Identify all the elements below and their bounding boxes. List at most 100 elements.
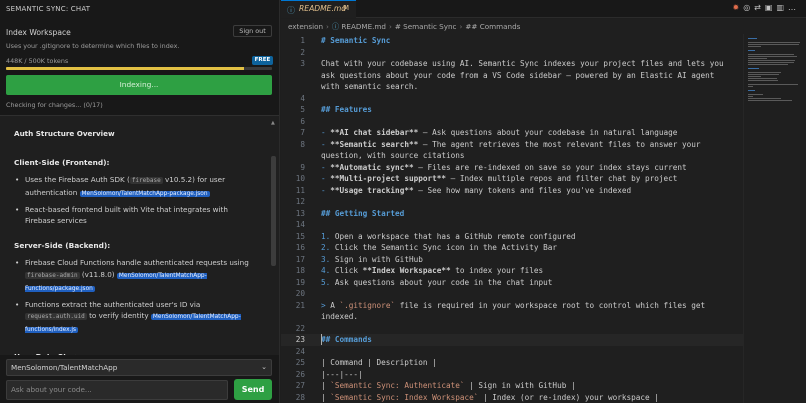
code-line[interactable]: 9 - **Automatic sync** — Files are re-ind…	[281, 162, 743, 174]
code-line[interactable]: 19 5. Ask questions about your code in th…	[281, 277, 743, 289]
minimap[interactable]	[743, 34, 806, 403]
source-citation-link[interactable]: MenSolomon/TalentMatchApp-package.json	[79, 190, 210, 197]
code-line[interactable]: 8 - **Semantic search** — The agent retri…	[281, 139, 743, 151]
workspace-title: Index Workspace	[6, 28, 71, 37]
line-number: 17	[295, 254, 305, 264]
line-text: > A `.gitignore` file is required in you…	[321, 300, 706, 310]
code-line[interactable]: 28 | `Semantic Sync: Index Workspace` | I…	[281, 392, 743, 403]
minimap-line	[748, 100, 792, 101]
info-icon: ⓘ	[287, 6, 295, 15]
code-line[interactable]: 2	[281, 47, 743, 59]
code-line[interactable]: 24	[281, 346, 743, 358]
preview-icon[interactable]: ▣	[765, 3, 777, 12]
sync-icon[interactable]: ◎	[743, 3, 754, 12]
line-number: 16	[295, 243, 305, 252]
minimap-line	[748, 90, 755, 91]
line-text: ask questions about your code from a VS …	[321, 70, 715, 80]
code-line[interactable]: 6	[281, 116, 743, 128]
editor-actions: ✹◎⇄▣▥…	[732, 3, 800, 12]
send-button[interactable]: Send	[234, 379, 272, 400]
code-line[interactable]: 17 3. Sign in with GitHub	[281, 254, 743, 266]
line-number: 26	[295, 369, 305, 379]
line-text: 5. Ask questions about your code in the …	[321, 277, 553, 287]
line-text: - **Multi-project support** — Index mult…	[321, 174, 678, 183]
line-number: 1	[300, 36, 305, 45]
line-text: with semantic search.	[321, 82, 419, 91]
code-line[interactable]: 11 - **Usage tracking** — See how many to…	[281, 185, 743, 197]
line-number: 10	[295, 174, 305, 183]
code-line[interactable]: 7 - **AI chat sidebar** — Ask questions a…	[281, 127, 743, 139]
split-editor-icon[interactable]: ▥	[776, 3, 788, 12]
line-text: | Command | Description |	[321, 358, 437, 367]
line-number: 15	[295, 231, 305, 241]
code-line[interactable]: 27 | `Semantic Sync: Authenticate` | Sign…	[281, 380, 743, 392]
code-line[interactable]: 5 ## Features	[281, 104, 743, 116]
breadcrumb-section[interactable]: # Semantic Sync	[395, 22, 457, 31]
code-line[interactable]: 26 |---|---|	[281, 369, 743, 381]
code-line[interactable]: 12	[281, 196, 743, 208]
inline-code: firebase-admin	[25, 271, 80, 279]
line-number: 27	[295, 381, 305, 390]
minimap-line	[748, 62, 795, 63]
token-progress-bar	[6, 67, 272, 70]
code-line[interactable]: question, with source citations	[281, 150, 743, 162]
line-number: 22	[295, 323, 305, 333]
code-line[interactable]: 3 Chat with your codebase using AI. Seman…	[281, 58, 743, 70]
minimap-line	[748, 74, 779, 75]
scroll-up-icon[interactable]: ▲	[271, 120, 275, 126]
bug-icon[interactable]: ✹	[732, 3, 743, 12]
minimap-line	[748, 68, 759, 69]
code-line[interactable]: 18 4. Click **Index Workspace** to index …	[281, 265, 743, 277]
minimap-line	[748, 38, 757, 39]
list-item: React-based frontend built with Vite tha…	[14, 204, 260, 226]
code-line[interactable]: 13 ## Getting Started	[281, 208, 743, 220]
code-line[interactable]: 21 > A `.gitignore` file is required in y…	[281, 300, 743, 312]
repo-select[interactable]: MenSolomon/TalentMatchApp ⌄	[6, 359, 272, 376]
line-text: ## Commands	[321, 335, 372, 344]
message-list: Firebase Cloud Functions handle authenti…	[14, 257, 260, 336]
minimap-line	[748, 56, 798, 57]
chat-scrollbar[interactable]	[271, 156, 276, 266]
code-line[interactable]: 25 | Command | Description |	[281, 357, 743, 369]
line-number: 4	[300, 93, 305, 103]
sign-out-button[interactable]: Sign out	[233, 25, 272, 37]
code-line[interactable]: with semantic search.	[281, 81, 743, 93]
more-actions-icon[interactable]: …	[788, 3, 800, 12]
code-line[interactable]: indexed.	[281, 311, 743, 323]
index-workspace-button[interactable]: Indexing...	[6, 75, 272, 95]
breadcrumb-subsection[interactable]: ## Commands	[465, 22, 520, 31]
tab-readme[interactable]: ⓘ README.md M	[281, 0, 356, 18]
code-line[interactable]: 1 # Semantic Sync	[281, 35, 743, 47]
line-number: 18	[295, 266, 305, 275]
info-icon: ⓘ	[331, 22, 340, 31]
breadcrumb-folder[interactable]: extension	[288, 22, 323, 31]
index-status: Checking for changes... (0/17)	[6, 101, 103, 109]
minimap-line	[748, 58, 767, 59]
code-line[interactable]: 14	[281, 219, 743, 231]
message-section-title: User Data Storage:	[14, 351, 260, 355]
code-line[interactable]: 4	[281, 93, 743, 105]
workspace-description: Uses your .gitignore to determine which …	[6, 42, 180, 50]
code-line[interactable]: 15 1. Open a workspace that has a GitHub …	[281, 231, 743, 243]
line-text: ## Getting Started	[321, 208, 405, 218]
compare-icon[interactable]: ⇄	[754, 3, 765, 12]
code-line[interactable]: 20	[281, 288, 743, 300]
plan-badge: FREE	[252, 56, 273, 65]
code-line[interactable]: 10 - **Multi-project support** — Index mu…	[281, 173, 743, 185]
token-usage: 448K / 500K tokens	[6, 57, 69, 65]
message-text: Functions extract the authenticated user…	[25, 300, 201, 310]
line-number: 25	[295, 358, 305, 367]
message-text: Uses the Firebase Auth SDK (	[25, 175, 130, 185]
code-line[interactable]: 16 2. Click the Semantic Sync icon in the…	[281, 242, 743, 254]
breadcrumb-file[interactable]: README.md	[341, 22, 386, 31]
code-editor[interactable]: 1 # Semantic Sync 2 3 Chat with your codebas…	[281, 34, 743, 403]
line-number: 11	[295, 185, 305, 195]
minimap-line	[748, 46, 761, 47]
code-line[interactable]: 22	[281, 323, 743, 335]
minimap-line	[748, 42, 801, 43]
list-item: Firebase Cloud Functions handle authenti…	[14, 257, 260, 295]
tab-label: README.md	[299, 4, 347, 13]
code-line[interactable]: ask questions about your code from a VS …	[281, 70, 743, 82]
code-line[interactable]: 23 ## Commands	[281, 334, 743, 346]
chat-input[interactable]: Ask about your code...	[6, 380, 228, 400]
